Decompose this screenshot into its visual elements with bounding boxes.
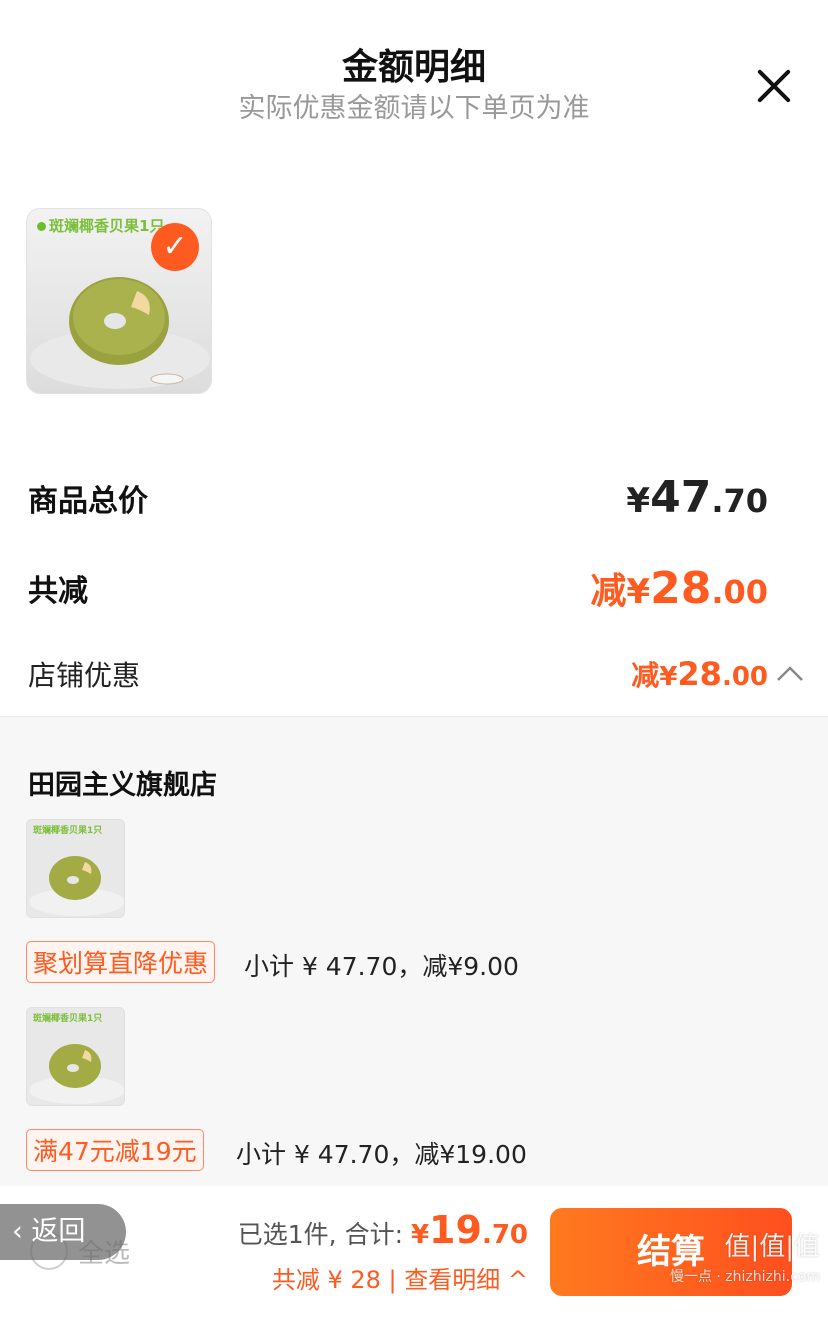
total-discount-value: 减¥28.00 bbox=[590, 563, 768, 614]
chevron-left-icon: ‹ bbox=[12, 1216, 32, 1247]
total-summary: 已选1件, 合计: ¥19.70 bbox=[237, 1208, 528, 1252]
watermark: 值|值|值 慢一点 · zhizhizhi.com bbox=[669, 1232, 820, 1285]
back-button[interactable]: ‹ 返回 bbox=[0, 1204, 126, 1260]
product-thumbnail[interactable]: 斑斓椰香贝果1只 ✓ bbox=[26, 208, 212, 394]
store-discount-row[interactable]: 店铺优惠 减¥28.00 bbox=[0, 650, 828, 710]
modal-header: 金额明细 实际优惠金额请以下单页为准 bbox=[0, 0, 828, 140]
promo-tag: 满47元减19元 bbox=[26, 1129, 204, 1171]
store-discount-value: 减¥28.00 bbox=[631, 655, 768, 693]
modal-subtitle: 实际优惠金额请以下单页为准 bbox=[238, 93, 590, 124]
modal-title: 金额明细 bbox=[341, 47, 486, 88]
chevron-up-icon[interactable] bbox=[776, 664, 804, 682]
store-name: 田园主义旗舰店 bbox=[28, 770, 217, 801]
total-discount-label: 共减 bbox=[28, 574, 88, 609]
store-discount-label: 店铺优惠 bbox=[28, 659, 141, 692]
chevron-up-icon: ^ bbox=[507, 1266, 528, 1294]
total-discount-row: 共减 减¥28.00 bbox=[0, 560, 828, 620]
close-icon[interactable] bbox=[754, 66, 794, 106]
total-price-row: 商品总价 ¥47.70 bbox=[0, 470, 828, 530]
total-price-value: ¥47.70 bbox=[626, 472, 768, 523]
store-detail-panel: 田园主义旗舰店 斑斓椰香贝果1只 聚划算直降优惠 小计 ¥ 47.70，减¥9.… bbox=[0, 716, 828, 1186]
item-thumbnail[interactable]: 斑斓椰香贝果1只 bbox=[26, 1007, 125, 1106]
view-detail-link[interactable]: 共减 ¥ 28 | 查看明细 ^ bbox=[272, 1260, 528, 1295]
promo-tag: 聚划算直降优惠 bbox=[26, 941, 216, 983]
item-subtotal: 小计 ¥ 47.70，减¥9.00 bbox=[244, 952, 519, 981]
total-price-label: 商品总价 bbox=[28, 484, 148, 519]
item-subtotal: 小计 ¥ 47.70，减¥19.00 bbox=[236, 1140, 527, 1169]
product-image-label: 斑斓椰香贝果1只 bbox=[37, 215, 164, 236]
item-thumbnail[interactable]: 斑斓椰香贝果1只 bbox=[26, 819, 125, 918]
checkmark-icon[interactable]: ✓ bbox=[151, 223, 199, 271]
